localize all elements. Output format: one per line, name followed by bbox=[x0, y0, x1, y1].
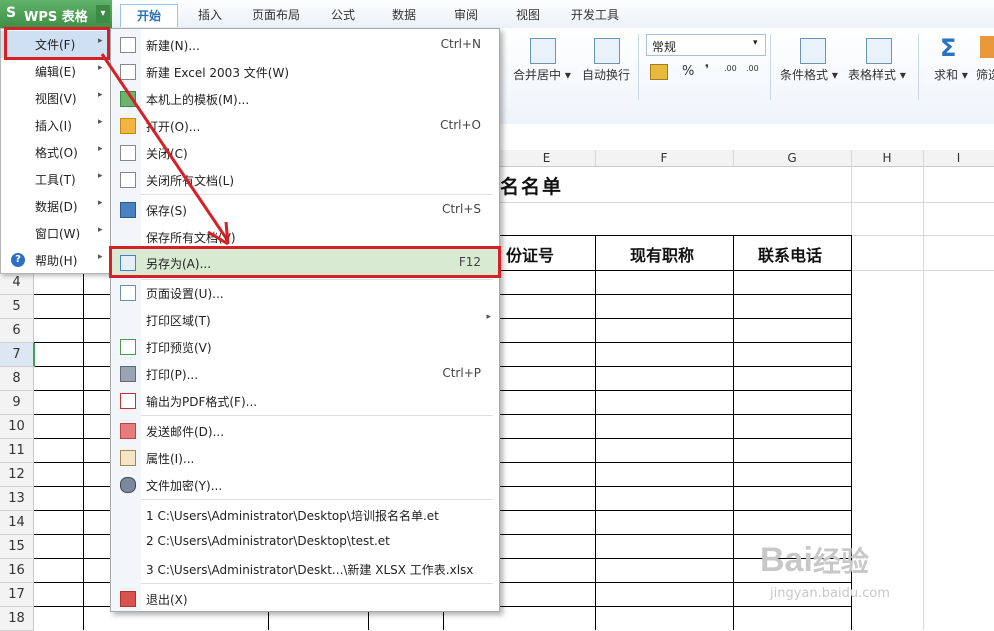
annotation-arrow-icon bbox=[100, 53, 230, 246]
arrow-line bbox=[100, 53, 228, 239]
arrow-head bbox=[224, 221, 230, 245]
